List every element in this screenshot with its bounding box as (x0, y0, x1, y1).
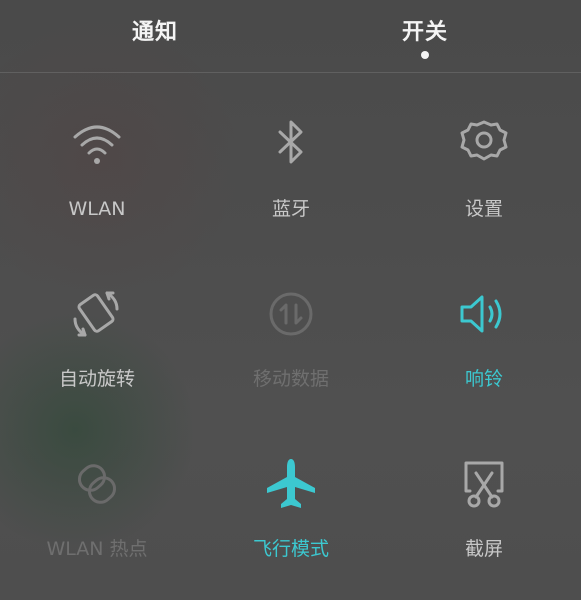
tile-mobile-data[interactable]: 移动数据 (194, 242, 388, 412)
tile-ringer[interactable]: 响铃 (387, 242, 581, 412)
airplane-icon (261, 457, 321, 511)
tab-toggles[interactable]: 开关 (365, 14, 485, 46)
auto-rotate-icon (67, 287, 127, 341)
tile-wlan[interactable]: WLAN (0, 72, 194, 242)
tile-label: 设置 (464, 198, 503, 220)
tile-label: 响铃 (464, 368, 503, 390)
screenshot-icon (454, 457, 514, 511)
tile-bluetooth[interactable]: 蓝牙 (194, 72, 388, 242)
tile-screenshot[interactable]: 截屏 (387, 412, 581, 582)
tile-label: 截屏 (464, 538, 503, 560)
gear-icon (454, 117, 514, 171)
tile-label: 蓝牙 (271, 198, 310, 220)
tile-settings[interactable]: 设置 (387, 72, 581, 242)
mobile-data-icon (261, 287, 321, 341)
hotspot-icon (67, 457, 127, 511)
speaker-icon (454, 287, 514, 341)
tile-label: WLAN 热点 (46, 538, 148, 560)
bluetooth-icon (261, 117, 321, 171)
tile-airplane-mode[interactable]: 飞行模式 (194, 412, 388, 582)
tile-label: WLAN (68, 198, 126, 220)
tile-label: 自动旋转 (58, 368, 135, 390)
wifi-icon (67, 117, 127, 171)
tile-hotspot[interactable]: WLAN 热点 (0, 412, 194, 582)
active-tab-indicator (421, 51, 429, 59)
tab-notifications[interactable]: 通知 (95, 14, 215, 46)
tile-auto-rotate[interactable]: 自动旋转 (0, 242, 194, 412)
tile-label: 移动数据 (252, 368, 329, 390)
panel-header: 通知 开关 (0, 0, 581, 73)
tile-label: 飞行模式 (252, 538, 329, 560)
quick-settings-grid: WLAN 蓝牙 设置 自动旋转 移动数据 响铃 WLAN 热点 飞行模式 截屏 (0, 72, 581, 600)
